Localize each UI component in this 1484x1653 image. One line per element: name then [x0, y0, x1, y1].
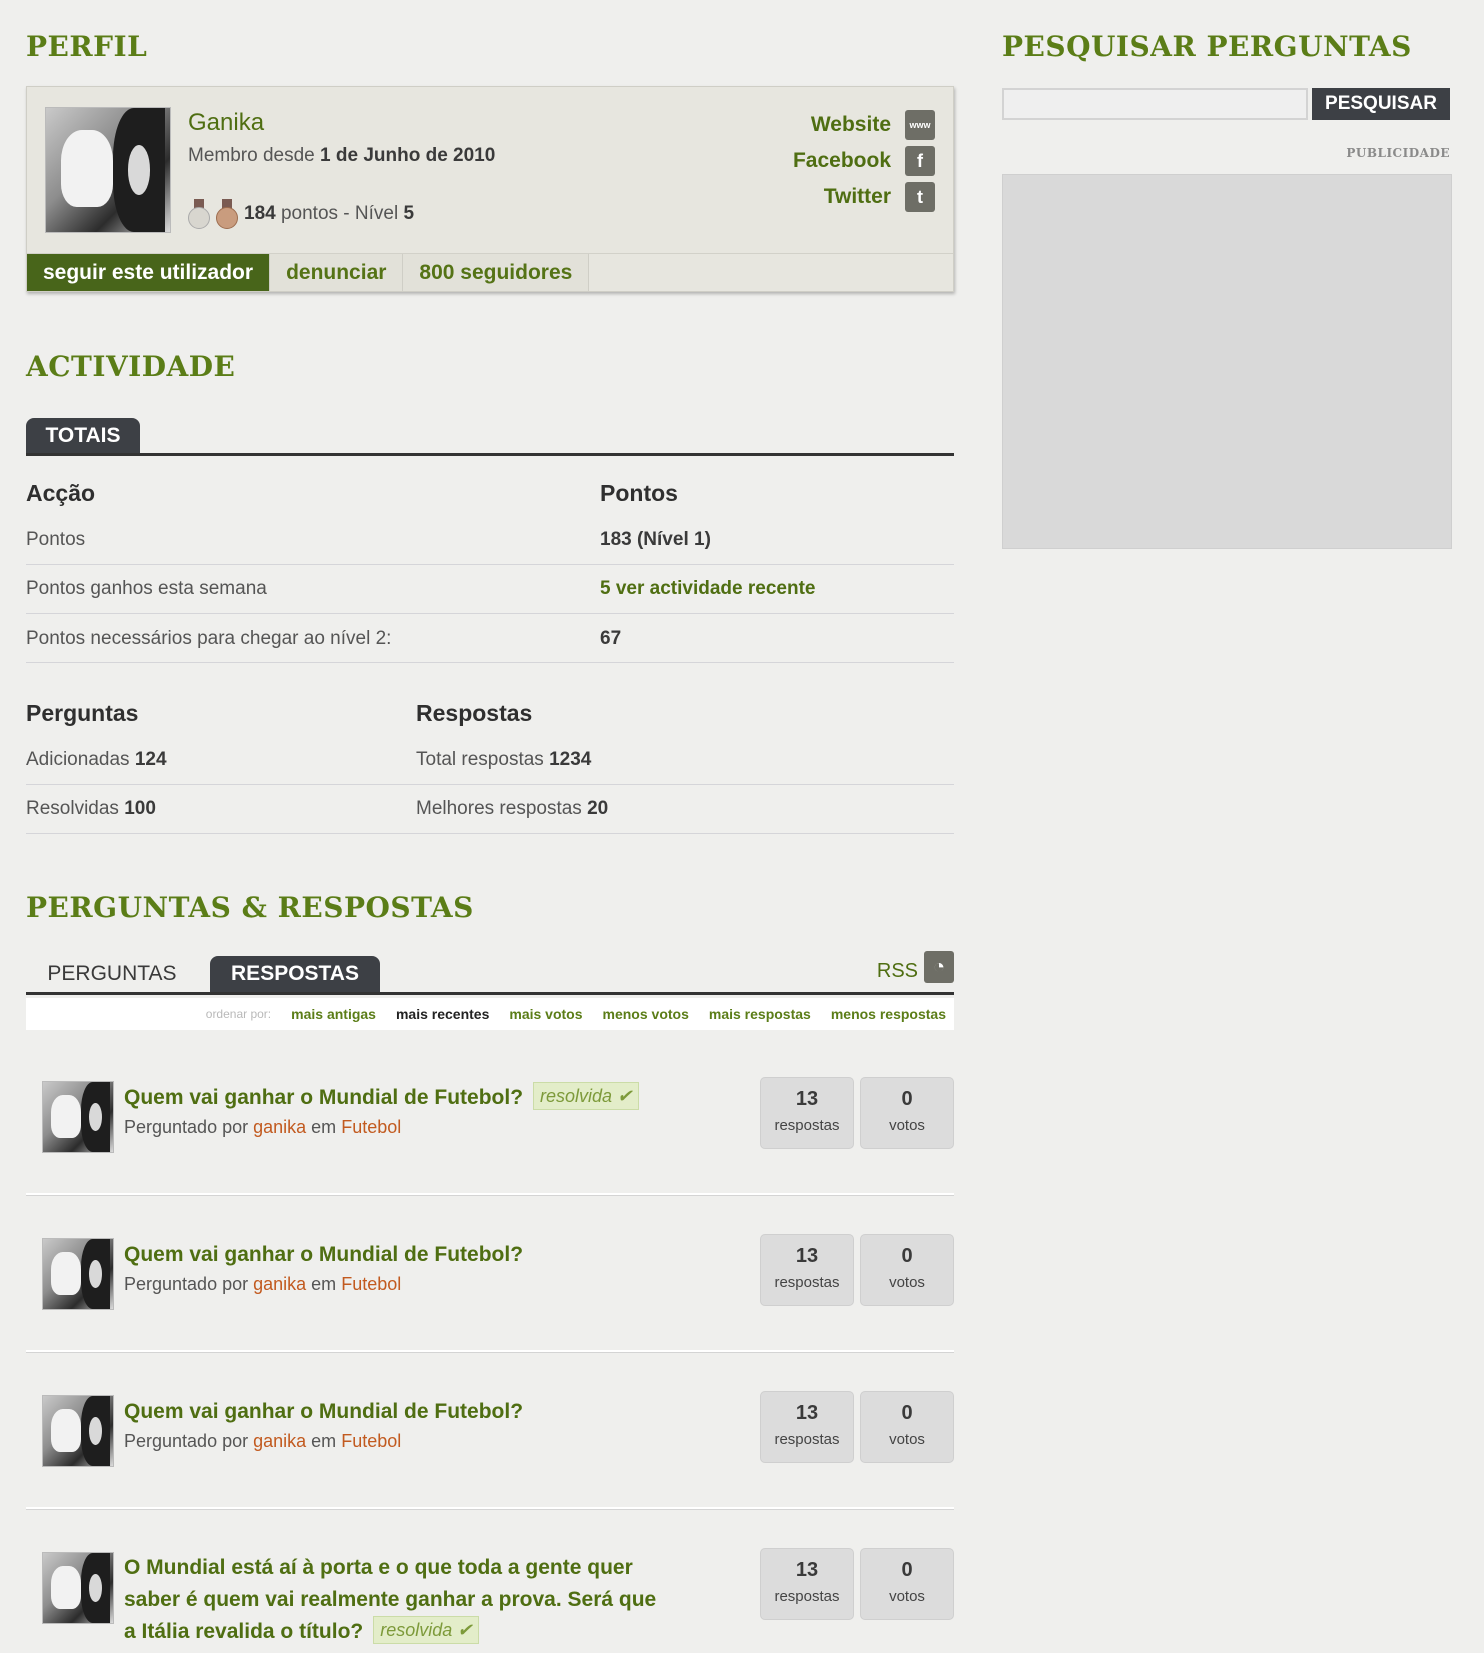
- question-title[interactable]: Quem vai ganhar o Mundial de Futebol?: [124, 1239, 523, 1271]
- user-link[interactable]: ganika: [253, 1274, 306, 1294]
- ad-label: PUBLICIDADE: [1346, 146, 1450, 160]
- answers-best: Melhores respostas 20: [416, 798, 609, 819]
- followers-link[interactable]: 800 seguidores: [403, 254, 590, 291]
- avatar: [45, 107, 171, 233]
- avatar[interactable]: [42, 1238, 114, 1310]
- facebook-icon: f: [905, 146, 935, 176]
- user-link[interactable]: ganika: [253, 1431, 306, 1451]
- divider: [26, 1507, 954, 1510]
- divider: [26, 1350, 954, 1353]
- twitter-icon: t: [905, 182, 935, 212]
- column-points: Pontos: [600, 480, 678, 506]
- questions-added: Adicionadas 124: [26, 749, 167, 770]
- rss-link[interactable]: RSS ◔: [877, 951, 954, 983]
- category-link[interactable]: Futebol: [341, 1274, 401, 1294]
- category-link[interactable]: Futebol: [341, 1431, 401, 1451]
- sort-least-votes[interactable]: menos votos: [603, 1006, 689, 1022]
- divider: [26, 564, 954, 565]
- member-since: Membro desde 1 de Junho de 2010: [188, 145, 496, 166]
- follow-button[interactable]: seguir este utilizador: [27, 254, 271, 291]
- column-action: Acção: [26, 480, 96, 506]
- questions-heading: Perguntas: [26, 700, 139, 726]
- answers-count: 13 respostas: [760, 1234, 854, 1306]
- sort-oldest[interactable]: mais antigas: [291, 1006, 376, 1022]
- social-links: Website www Facebook f Twitter t: [793, 107, 935, 215]
- activity-title: ACTIVIDADE: [26, 350, 236, 383]
- divider: [26, 784, 954, 785]
- sort-newest[interactable]: mais recentes: [396, 1006, 489, 1022]
- category-link[interactable]: Futebol: [341, 1117, 401, 1137]
- tab-questions[interactable]: PERGUNTAS: [32, 956, 192, 992]
- question-meta: Perguntado por ganika em Futebol: [124, 1274, 402, 1294]
- rss-icon: ◔: [924, 951, 954, 983]
- question-title[interactable]: Quem vai ganhar o Mundial de Futebol?: [124, 1396, 523, 1428]
- website-link[interactable]: Website www: [793, 107, 935, 143]
- sort-least-answers[interactable]: menos respostas: [831, 1006, 946, 1022]
- row-label: Pontos necessários para chegar ao nível …: [26, 628, 392, 649]
- answers-total: Total respostas 1234: [416, 749, 592, 770]
- profile-card: Ganika Membro desde 1 de Junho de 2010 1…: [26, 86, 954, 292]
- activity-tabbar: TOTAIS: [26, 418, 954, 456]
- divider: [26, 1193, 954, 1196]
- avatar[interactable]: [42, 1395, 114, 1467]
- sort-most-votes[interactable]: mais votos: [509, 1006, 582, 1022]
- profile-points: 184 pontos - Nível 5: [244, 203, 415, 224]
- votes-count: 0 votos: [860, 1077, 954, 1149]
- sort-label: ordenar por:: [205, 1007, 272, 1021]
- question-meta: Perguntado por ganika em Futebol: [124, 1117, 402, 1137]
- question-title[interactable]: O Mundial está aí à porta e o que toda a…: [124, 1552, 656, 1648]
- answers-heading: Respostas: [416, 700, 533, 726]
- qa-title: PERGUNTAS & RESPOSTAS: [26, 891, 474, 924]
- questions-solved: Resolvidas 100: [26, 798, 156, 819]
- question-meta: Perguntado por ganika em Futebol: [124, 1431, 402, 1451]
- search-input[interactable]: [1002, 88, 1308, 120]
- qa-tabbar: PERGUNTAS RESPOSTAS: [26, 955, 954, 995]
- votes-count: 0 votos: [860, 1234, 954, 1306]
- divider: [26, 833, 954, 834]
- divider: [26, 662, 954, 663]
- row-value: 67: [600, 628, 622, 649]
- facebook-link[interactable]: Facebook f: [793, 143, 935, 179]
- ad-placeholder: [1002, 174, 1452, 549]
- bronze-medal-icon: [216, 199, 238, 229]
- answers-count: 13 respostas: [760, 1391, 854, 1463]
- twitter-link[interactable]: Twitter t: [793, 179, 935, 215]
- profile-actions: seguir este utilizador denunciar 800 seg…: [27, 253, 953, 291]
- solved-badge: resolvida ✔: [373, 1616, 480, 1644]
- answers-count: 13 respostas: [760, 1548, 854, 1620]
- tab-totals[interactable]: TOTAIS: [26, 418, 140, 453]
- tab-answers[interactable]: RESPOSTAS: [210, 956, 380, 992]
- solved-badge: resolvida ✔: [533, 1082, 640, 1110]
- row-label: Pontos: [26, 529, 86, 550]
- sort-bar: ordenar por: mais antigas mais recentes …: [26, 998, 954, 1030]
- avatar[interactable]: [42, 1552, 114, 1624]
- medals: [188, 199, 238, 229]
- avatar[interactable]: [42, 1081, 114, 1153]
- votes-count: 0 votos: [860, 1548, 954, 1620]
- profile-name: Ganika: [188, 109, 265, 136]
- row-label: Pontos ganhos esta semana: [26, 578, 267, 599]
- votes-count: 0 votos: [860, 1391, 954, 1463]
- profile-title: PERFIL: [26, 30, 148, 63]
- row-value: 183 (Nível 1): [600, 529, 711, 550]
- sort-most-answers[interactable]: mais respostas: [709, 1006, 811, 1022]
- question-title[interactable]: Quem vai ganhar o Mundial de Futebol? res…: [124, 1082, 640, 1114]
- answers-count: 13 respostas: [760, 1077, 854, 1149]
- user-link[interactable]: ganika: [253, 1117, 306, 1137]
- recent-activity-link[interactable]: 5 ver actividade recente: [600, 578, 815, 600]
- search-title: PESQUISAR PERGUNTAS: [1002, 30, 1412, 63]
- divider: [26, 613, 954, 614]
- search-button[interactable]: PESQUISAR: [1312, 88, 1450, 120]
- www-icon: www: [905, 110, 935, 140]
- silver-medal-icon: [188, 199, 210, 229]
- report-button[interactable]: denunciar: [270, 254, 404, 291]
